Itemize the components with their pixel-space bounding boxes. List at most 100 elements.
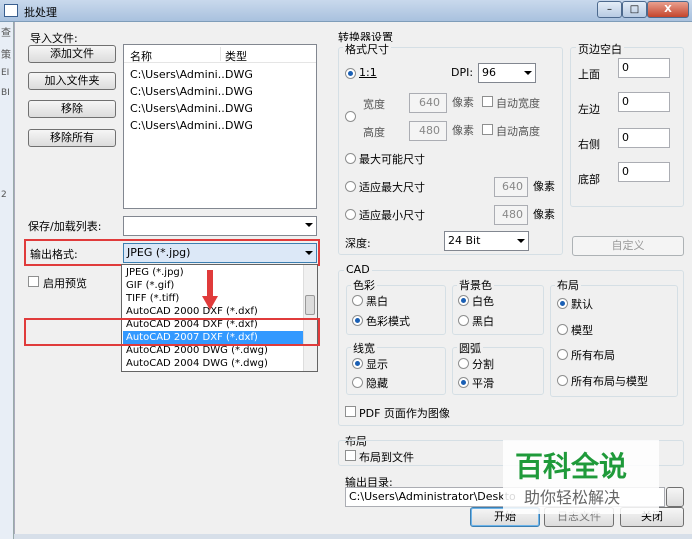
layout-default-radio[interactable] [557,298,568,309]
pixel-label: 像素 [533,180,555,193]
layout-to-file-label: 布局到文件 [359,451,414,464]
format-option[interactable]: JPEG (*.jpg) [126,266,184,279]
watermark-subtitle: 助你轻松解决 [524,488,621,507]
file-name[interactable]: C:\Users\Admini... [130,119,228,132]
arc-split-radio[interactable] [458,358,469,369]
width-label: 宽度 [363,98,385,111]
bg-white-label: 白色 [472,295,494,308]
file-type: DWG [225,119,253,132]
dpi-label: DPI: [451,66,474,79]
bw-radio[interactable] [352,295,363,306]
bg-black-radio[interactable] [458,315,469,326]
color-title: 色彩 [351,277,377,293]
app-icon [4,4,18,17]
output-format-label: 输出格式: [30,248,78,261]
format-option[interactable]: TIFF (*.tiff) [126,292,179,305]
layout-to-file-checkbox[interactable] [345,450,356,461]
height-input[interactable]: 480 [409,121,447,141]
max-size-radio[interactable] [345,153,356,164]
scrollbar-thumb[interactable] [305,295,315,315]
bg-white-radio[interactable] [458,295,469,306]
fit-min-radio[interactable] [345,209,356,220]
watermark-title: 百科全说 [515,450,628,483]
layout-default-label: 默认 [571,298,593,311]
add-file-button[interactable]: 添加文件 [28,45,116,63]
ratio-label: 1:1 [359,66,377,79]
auto-width-label: 自动宽度 [496,97,540,110]
column-type-header[interactable]: 类型 [225,48,247,64]
lineweight-title: 线宽 [351,340,377,356]
depth-label: 深度: [345,237,371,250]
margin-bottom-label: 底部 [578,173,600,186]
fit-max-radio[interactable] [345,181,356,192]
maximize-button[interactable]: □ [622,1,647,18]
cad-title: CAD [344,263,372,276]
margin-right-input[interactable]: 0 [618,128,670,148]
ratio-radio[interactable] [345,68,356,79]
file-name[interactable]: C:\Users\Admini... [130,102,228,115]
margin-bottom-input[interactable]: 0 [618,162,670,182]
file-name[interactable]: C:\Users\Admini... [130,85,228,98]
fit-min-input[interactable]: 480 [494,205,528,225]
color-mode-radio[interactable] [352,315,363,326]
all-layouts-model-radio[interactable] [557,375,568,386]
width-input[interactable]: 640 [409,93,447,113]
custom-button[interactable]: 自定义 [572,236,684,256]
auto-height-checkbox[interactable] [482,124,493,135]
all-layouts-model-label: 所有布局与模型 [571,375,648,388]
arc-title: 圆弧 [457,340,483,356]
pdf-as-image-label: PDF 页面作为图像 [359,407,450,420]
add-folder-button[interactable]: 加入文件夹 [28,72,116,90]
save-list-combo[interactable] [123,216,317,236]
arc-smooth-radio[interactable] [458,377,469,388]
margin-left-input[interactable]: 0 [618,92,670,112]
height-label: 高度 [363,126,385,139]
size-radio[interactable] [345,111,356,122]
margin-left-label: 左边 [578,103,600,116]
bg-black-label: 黑白 [472,315,494,328]
window-title: 批处理 [24,6,57,19]
bg-text: 2 [1,190,7,200]
file-type: DWG [225,85,253,98]
all-layouts-radio[interactable] [557,349,568,360]
lineweight-show-radio[interactable] [352,358,363,369]
fit-max-input[interactable]: 640 [494,177,528,197]
fit-max-label: 适应最大尺寸 [359,181,425,194]
fit-min-label: 适应最小尺寸 [359,209,425,222]
column-divider [220,47,221,61]
bg-text: 查 [1,28,11,39]
minimize-button[interactable]: – [597,1,622,18]
file-name[interactable]: C:\Users\Admini... [130,68,228,81]
file-type: DWG [225,68,253,81]
bg-text: 策 [1,50,11,61]
browse-button[interactable] [666,487,684,507]
max-size-label: 最大可能尺寸 [359,153,425,166]
bg-text: BI [1,88,10,98]
save-list-label: 保存/加载列表: [28,220,102,233]
margin-right-label: 右侧 [578,138,600,151]
all-layouts-label: 所有布局 [571,349,615,362]
margins-title: 页边空白 [576,41,624,57]
close-button[interactable]: X [647,1,689,18]
format-option[interactable]: GIF (*.gif) [126,279,174,292]
pixel-label: 像素 [452,96,474,109]
auto-height-label: 自动高度 [496,125,540,138]
remove-button[interactable]: 移除 [28,100,116,118]
format-option[interactable]: AutoCAD 2000 DXF (*.dxf) [126,305,258,318]
pdf-as-image-checkbox[interactable] [345,406,356,417]
lineweight-hide-radio[interactable] [352,377,363,388]
auto-width-checkbox[interactable] [482,96,493,107]
title-bar [0,0,692,22]
margin-top-input[interactable]: 0 [618,58,670,78]
output-format-combo[interactable]: JPEG (*.jpg) [123,243,317,263]
file-list[interactable]: 名称 类型 C:\Users\Admini... DWG C:\Users\Ad… [123,44,317,209]
remove-all-button[interactable]: 移除所有 [28,129,116,147]
preview-checkbox[interactable] [28,276,39,287]
format-option[interactable]: AutoCAD 2004 DWG (*.dwg) [126,357,268,370]
selected-option-highlight [24,318,320,346]
arc-split-label: 分割 [472,358,494,371]
layout-model-radio[interactable] [557,324,568,335]
column-name-header[interactable]: 名称 [130,48,152,64]
arc-smooth-label: 平滑 [472,377,494,390]
background-window-strip [0,22,14,539]
